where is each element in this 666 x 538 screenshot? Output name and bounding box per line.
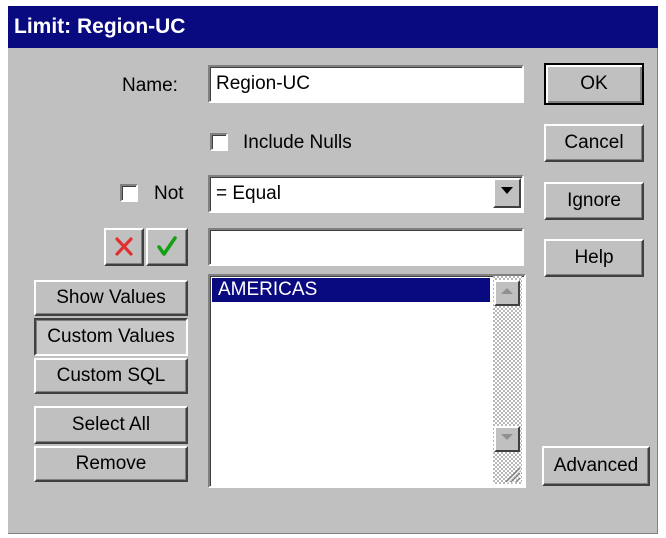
advanced-button[interactable]: Advanced [542, 446, 650, 486]
list-item-label: AMERICAS [218, 279, 318, 300]
help-button[interactable]: Help [544, 239, 644, 277]
show-values-button[interactable]: Show Values [34, 280, 188, 316]
name-input[interactable]: Region-UC [208, 65, 524, 103]
scroll-down-icon [501, 434, 513, 440]
not-checkbox[interactable] [120, 184, 138, 202]
custom-sql-button[interactable]: Custom SQL [34, 358, 188, 394]
select-all-button[interactable]: Select All [34, 406, 188, 444]
value-input[interactable] [208, 228, 524, 266]
include-nulls-label: Include Nulls [243, 132, 352, 153]
include-nulls-checkbox[interactable] [210, 133, 228, 151]
checkmark-icon [157, 236, 177, 256]
scroll-up-button[interactable] [494, 280, 520, 306]
resize-grip-icon[interactable] [500, 462, 522, 484]
values-listbox[interactable]: AMERICAS [208, 274, 526, 488]
name-label: Name: [122, 75, 178, 96]
x-icon [115, 237, 133, 256]
not-label: Not [154, 183, 184, 204]
limit-dialog: Limit: Region-UC Name: Region-UC Include… [8, 6, 658, 534]
clear-value-button[interactable] [104, 228, 144, 266]
scroll-up-icon [501, 288, 513, 294]
cancel-button[interactable]: Cancel [544, 124, 644, 162]
dropdown-arrow-button[interactable] [493, 178, 521, 208]
dialog-title: Limit: Region-UC [8, 6, 658, 48]
name-input-value: Region-UC [216, 73, 310, 94]
operator-selected: = Equal [216, 183, 281, 204]
chevron-down-icon [501, 187, 513, 194]
accept-value-button[interactable] [146, 228, 188, 266]
remove-button[interactable]: Remove [34, 446, 188, 482]
ignore-button[interactable]: Ignore [544, 182, 644, 220]
custom-values-button[interactable]: Custom Values [34, 318, 188, 356]
operator-dropdown[interactable]: = Equal [208, 175, 524, 213]
scroll-down-button[interactable] [494, 426, 520, 452]
listbox-scrollbar[interactable] [493, 276, 522, 484]
list-item[interactable]: AMERICAS [212, 278, 490, 302]
ok-button[interactable]: OK [544, 63, 644, 105]
